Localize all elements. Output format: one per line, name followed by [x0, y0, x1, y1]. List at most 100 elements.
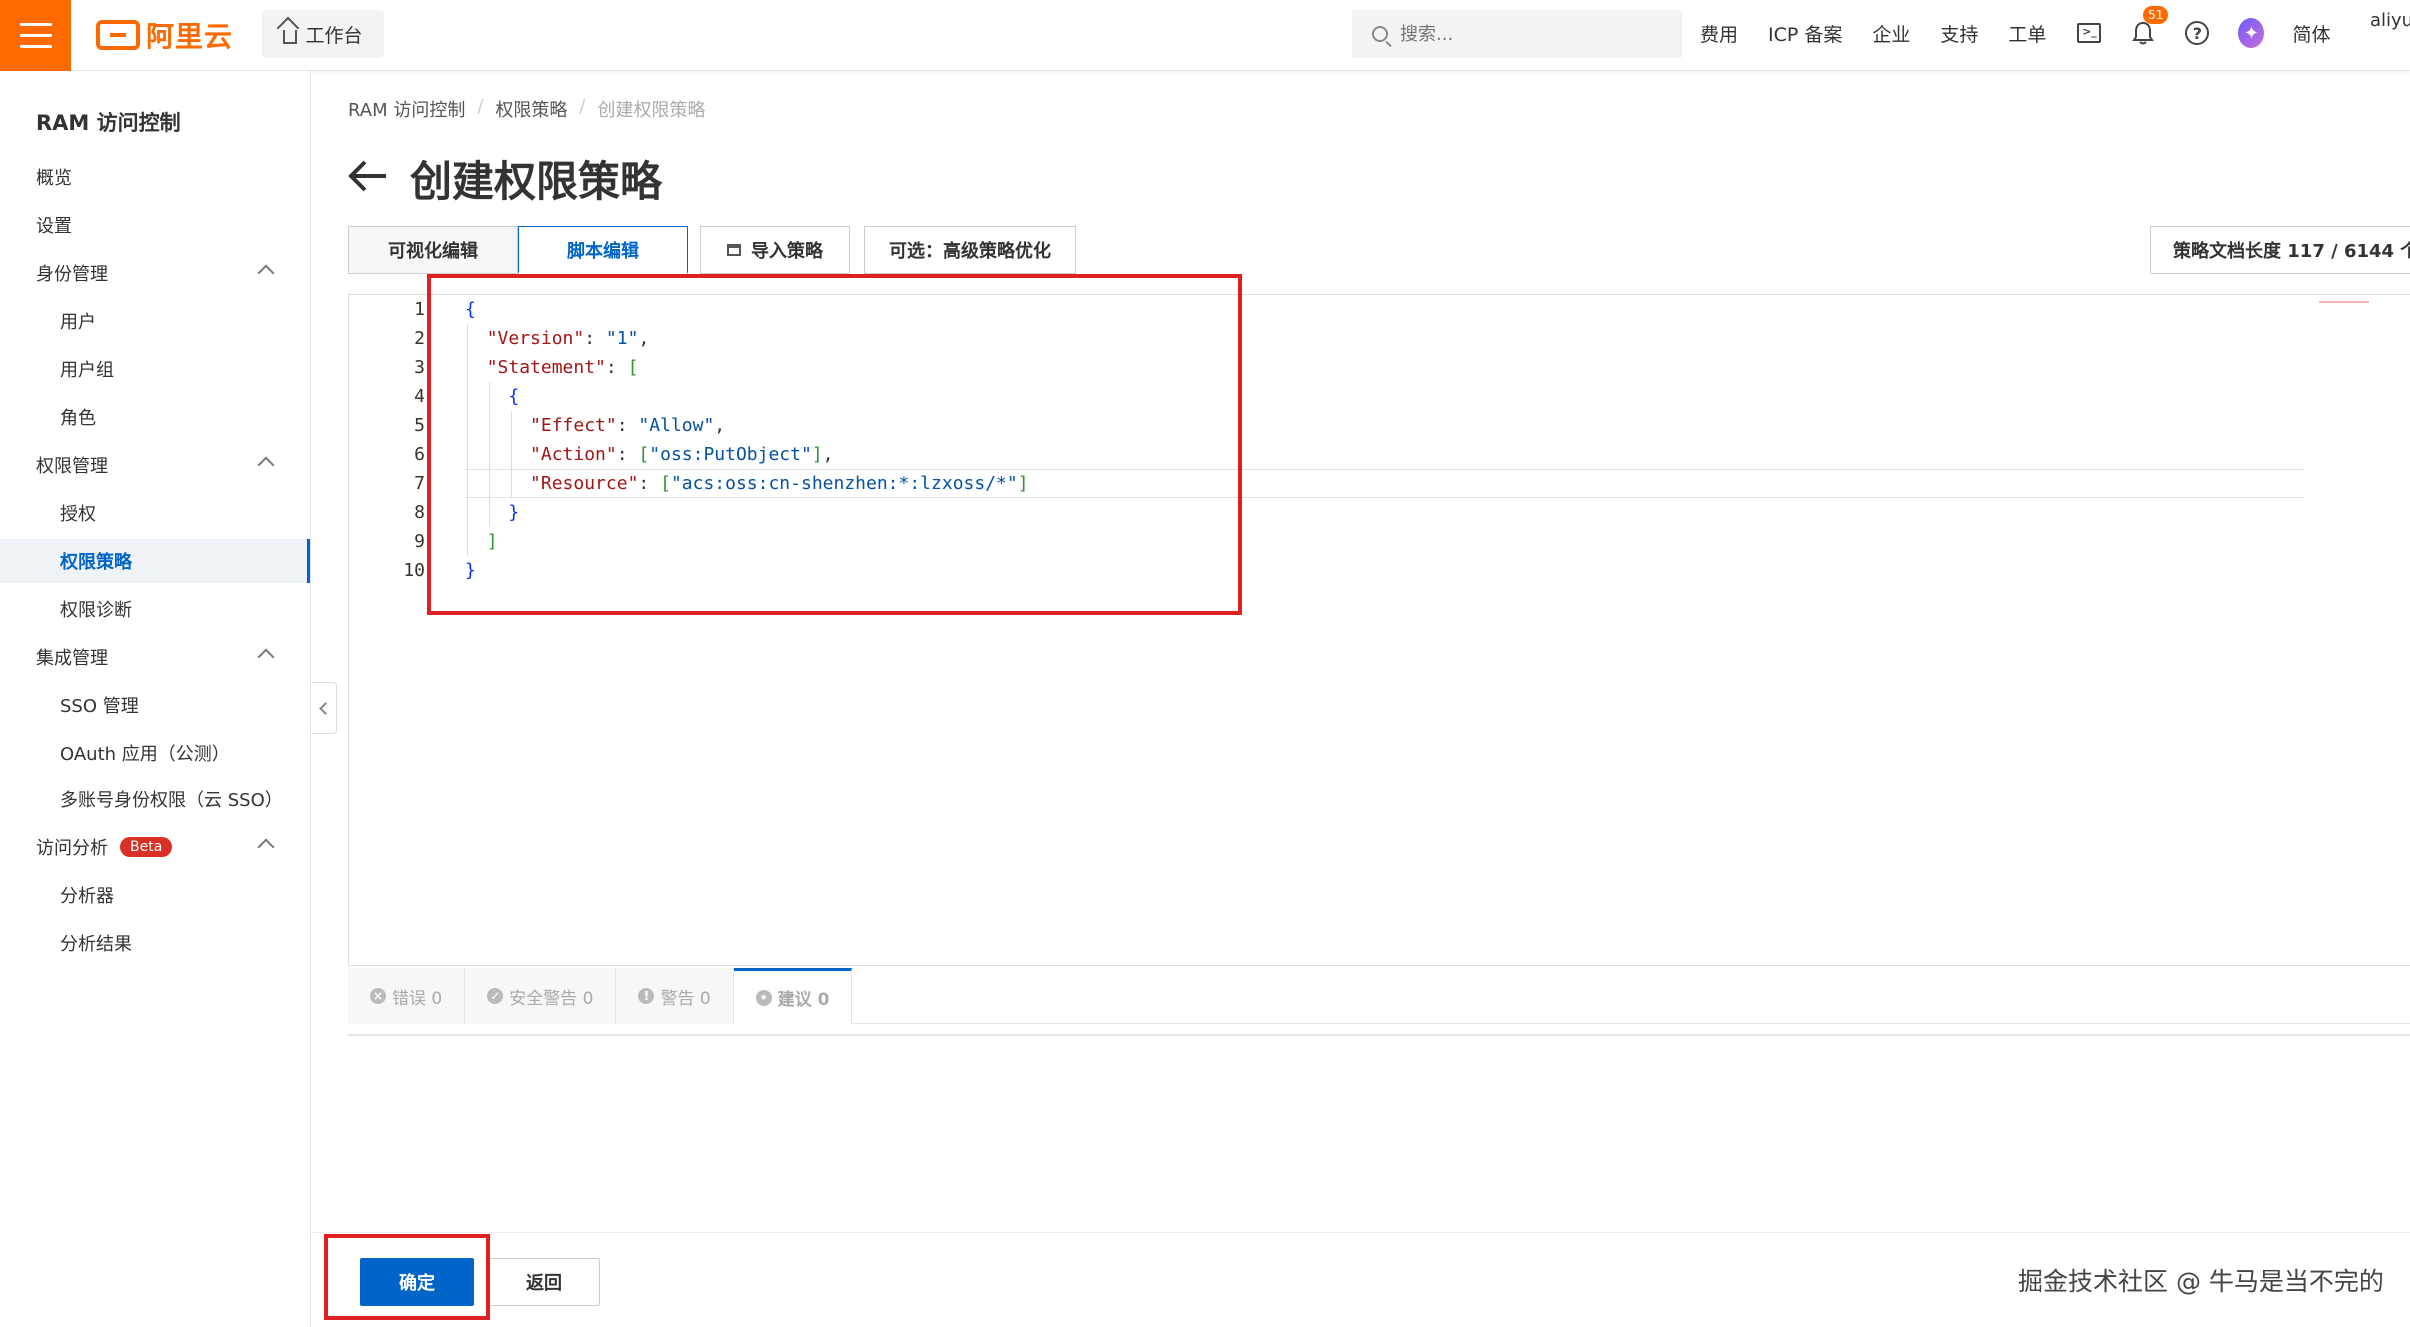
sidebar-group-permissions[interactable]: 权限管理: [0, 443, 310, 487]
chevron-up-icon: [257, 648, 275, 666]
sidebar-item-settings[interactable]: 设置: [0, 203, 310, 247]
user-account[interactable]: aliyu: [2370, 10, 2410, 31]
tab-visual-edit[interactable]: 可视化编辑: [348, 226, 518, 274]
sidebar-item-label: 概览: [36, 168, 72, 189]
sidebar: RAM 访问控制 概览 设置 身份管理 用户 用户组 角色 权限管理 授权 权限…: [0, 71, 311, 1327]
workbench-button[interactable]: 工作台: [262, 10, 384, 58]
sidebar-item-label: 分析结果: [60, 934, 132, 955]
policy-length-indicator: 策略文档长度 117 / 6144 个字符: [2150, 226, 2410, 274]
top-link-enterprise[interactable]: 企业: [1872, 20, 1910, 47]
tab-errors[interactable]: × 错误 0: [348, 968, 466, 1024]
sidebar-group-access-analysis[interactable]: 访问分析 Beta: [0, 825, 310, 869]
help-icon[interactable]: ?: [2184, 20, 2210, 46]
sidebar-item-label: 身份管理: [36, 264, 108, 285]
home-icon: [283, 30, 298, 44]
sidebar-item-label: 多账号身份权限（云 SSO）: [60, 790, 283, 811]
page-title: 创建权限策略: [410, 157, 663, 206]
beta-badge: Beta: [120, 837, 173, 857]
sidebar-item-cloud-sso[interactable]: 多账号身份权限（云 SSO）: [0, 777, 310, 821]
return-button[interactable]: 返回: [488, 1258, 600, 1306]
workbench-label: 工作台: [305, 24, 363, 47]
top-link-support[interactable]: 支持: [1940, 20, 1978, 47]
tab-security-label: 安全警告 0: [509, 988, 594, 1009]
sidebar-item-sso[interactable]: SSO 管理: [0, 683, 310, 727]
ai-assistant-icon[interactable]: ✦: [2238, 18, 2265, 48]
sidebar-item-policies[interactable]: 权限策略: [0, 539, 310, 583]
minimap: [2319, 301, 2369, 307]
sidebar-item-users[interactable]: 用户: [0, 299, 310, 343]
line-number: 3: [414, 357, 425, 378]
import-icon: [727, 244, 741, 256]
top-link-ticket[interactable]: 工单: [2008, 20, 2046, 47]
sidebar-item-diagnosis[interactable]: 权限诊断: [0, 587, 310, 631]
sidebar-item-label: 权限诊断: [60, 600, 132, 621]
bell-icon[interactable]: 51: [2130, 6, 2169, 46]
sidebar-item-label: 权限策略: [60, 552, 132, 573]
sidebar-item-analysis-results[interactable]: 分析结果: [0, 921, 310, 965]
diagnostics-tabs: × 错误 0 ✓ 安全警告 0 ! 警告 0 • 建议 0: [348, 968, 2410, 1024]
tab-warnings-label: 警告 0: [660, 988, 711, 1009]
line-number: 8: [414, 502, 425, 523]
page-header: 创建权限策略: [348, 148, 662, 209]
breadcrumb: RAM 访问控制 / 权限策略 / 创建权限策略: [348, 96, 706, 122]
top-link-icp[interactable]: ICP 备案: [1768, 20, 1842, 47]
back-arrow-icon[interactable]: [348, 157, 388, 201]
terminal-icon[interactable]: >_: [2076, 20, 2102, 46]
code-line: "Action": ["oss:PutObject"],: [530, 444, 834, 465]
code-line: "Effect": "Allow",: [530, 415, 726, 436]
sidebar-group-identity[interactable]: 身份管理: [0, 251, 310, 295]
advanced-optimize-button[interactable]: 可选：高级策略优化: [864, 226, 1076, 274]
line-number: 10: [403, 560, 425, 581]
language-switch[interactable]: 简体: [2292, 20, 2330, 47]
code-line: ]: [486, 531, 498, 552]
sidebar-item-label: 分析器: [60, 886, 114, 907]
tab-suggestions[interactable]: • 建议 0: [733, 968, 853, 1024]
aliyun-logo[interactable]: 阿里云: [96, 16, 233, 54]
breadcrumb-current: 创建权限策略: [597, 100, 706, 121]
code-editor[interactable]: 1 2 3 4 5 6 7 8 9 10 { "Version": "1", "…: [348, 294, 2410, 966]
chevron-up-icon: [257, 456, 275, 474]
sidebar-collapse-button[interactable]: [311, 682, 337, 734]
sidebar-item-user-groups[interactable]: 用户组: [0, 347, 310, 391]
code-line: {: [465, 299, 476, 320]
search-box[interactable]: [1352, 10, 1682, 58]
breadcrumb-ram[interactable]: RAM 访问控制: [348, 96, 465, 122]
sidebar-item-analyzers[interactable]: 分析器: [0, 873, 310, 917]
sidebar-item-label: 角色: [60, 408, 96, 429]
code-line: }: [508, 502, 520, 523]
breadcrumb-policies[interactable]: 权限策略: [495, 96, 567, 122]
sidebar-item-label: 访问分析: [36, 838, 108, 859]
breadcrumb-separator: /: [477, 96, 484, 117]
warning-icon: !: [638, 988, 655, 1004]
watermark: 掘金技术社区 @ 牛马是当不完的: [2018, 1267, 2384, 1296]
import-policy-button[interactable]: 导入策略: [700, 226, 850, 274]
sidebar-group-integration[interactable]: 集成管理: [0, 635, 310, 679]
sidebar-item-grants[interactable]: 授权: [0, 491, 310, 535]
top-link-fees[interactable]: 费用: [1700, 20, 1738, 47]
sidebar-item-label: 权限管理: [36, 456, 108, 477]
search-input[interactable]: [1400, 23, 1650, 45]
tab-warnings[interactable]: ! 警告 0: [616, 968, 734, 1024]
code-line: "Version": "1",: [486, 328, 650, 349]
line-number: 5: [414, 415, 425, 436]
sidebar-item-oauth[interactable]: OAuth 应用（公测）: [0, 731, 310, 775]
menu-icon[interactable]: [0, 0, 71, 71]
notification-badge: 51: [2143, 6, 2169, 24]
sidebar-item-overview[interactable]: 概览: [0, 155, 310, 199]
logo-text: 阿里云: [146, 20, 234, 53]
confirm-button[interactable]: 确定: [360, 1258, 474, 1306]
error-icon: ×: [370, 988, 386, 1004]
tab-security-warnings[interactable]: ✓ 安全警告 0: [465, 968, 617, 1024]
diagnostics-panel-border: [348, 1034, 2410, 1036]
code-content[interactable]: { "Version": "1", "Statement": [ { "Effe…: [465, 295, 1029, 581]
top-bar: 阿里云 工作台 费用 ICP 备案 企业 支持 工单 >_ 51 ? ✦ 简体 …: [0, 0, 2410, 71]
line-number: 2: [414, 328, 425, 349]
shield-icon: ✓: [487, 988, 504, 1004]
sidebar-item-label: 授权: [60, 504, 96, 525]
code-line: }: [465, 560, 476, 581]
logo-mark-icon: [96, 20, 140, 50]
tab-script-edit[interactable]: 脚本编辑: [518, 226, 688, 274]
breadcrumb-separator: /: [579, 96, 586, 117]
chevron-up-icon: [257, 838, 275, 856]
sidebar-item-roles[interactable]: 角色: [0, 395, 310, 439]
